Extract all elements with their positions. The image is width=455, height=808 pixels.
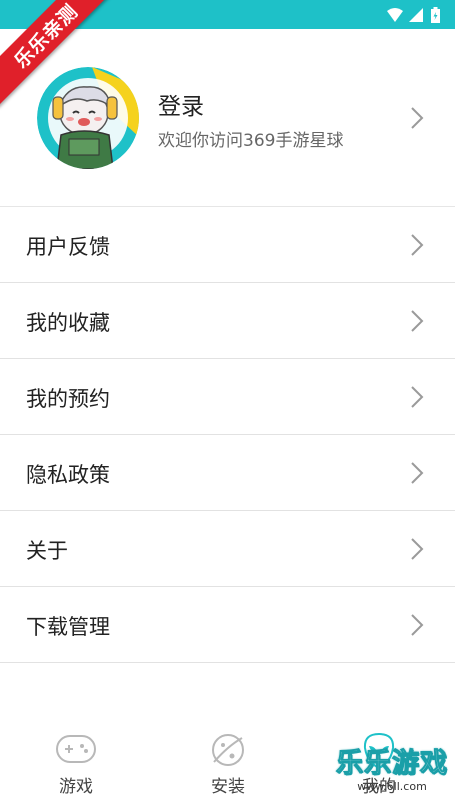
chevron-right-icon bbox=[411, 462, 424, 484]
menu-item-label: 我的预约 bbox=[26, 387, 110, 411]
menu-item-favorites[interactable]: 我的收藏 bbox=[0, 283, 455, 359]
tab-games[interactable]: 游戏 bbox=[0, 722, 152, 808]
chevron-right-icon bbox=[411, 538, 424, 560]
chevron-right-icon bbox=[411, 310, 424, 332]
watermark-sub: www.6ll.com bbox=[357, 780, 427, 793]
tab-install[interactable]: 安装 bbox=[152, 722, 304, 808]
menu-item-label: 用户反馈 bbox=[26, 235, 110, 259]
status-icons bbox=[385, 6, 445, 24]
menu-item-label: 隐私政策 bbox=[26, 463, 110, 487]
menu-item-feedback[interactable]: 用户反馈 bbox=[0, 207, 455, 283]
login-title[interactable]: 登录 bbox=[158, 87, 204, 121]
chevron-right-icon bbox=[411, 386, 424, 408]
gamepad-icon bbox=[56, 735, 96, 763]
menu-item-label: 关于 bbox=[26, 539, 68, 563]
watermark: 乐乐游戏 www.6ll.com bbox=[333, 748, 451, 804]
tab-label: 游戏 bbox=[59, 777, 93, 797]
watermark-main: 乐乐游戏 bbox=[336, 748, 448, 780]
wifi-icon bbox=[387, 8, 403, 22]
chevron-right-icon bbox=[411, 107, 424, 129]
tab-label: 安装 bbox=[211, 777, 245, 797]
avatar[interactable] bbox=[37, 67, 139, 169]
menu-item-label: 我的收藏 bbox=[26, 311, 110, 335]
welcome-subtitle: 欢迎你访问369手游星球 bbox=[158, 131, 344, 151]
menu-item-downloads[interactable]: 下载管理 bbox=[0, 587, 455, 663]
profile-header[interactable]: 登录 欢迎你访问369手游星球 bbox=[0, 29, 455, 207]
menu-item-reservations[interactable]: 我的预约 bbox=[0, 359, 455, 435]
chevron-right-icon bbox=[411, 614, 424, 636]
menu-item-about[interactable]: 关于 bbox=[0, 511, 455, 587]
menu-item-label: 下载管理 bbox=[26, 615, 110, 639]
chevron-right-icon bbox=[411, 234, 424, 256]
planet-icon bbox=[212, 734, 244, 766]
settings-menu: 用户反馈 我的收藏 我的预约 隐私政策 关于 下载管理 bbox=[0, 207, 455, 663]
menu-item-privacy[interactable]: 隐私政策 bbox=[0, 435, 455, 511]
battery-charging-icon bbox=[431, 7, 440, 23]
signal-icon bbox=[409, 8, 423, 22]
avatar-icon bbox=[37, 67, 139, 169]
